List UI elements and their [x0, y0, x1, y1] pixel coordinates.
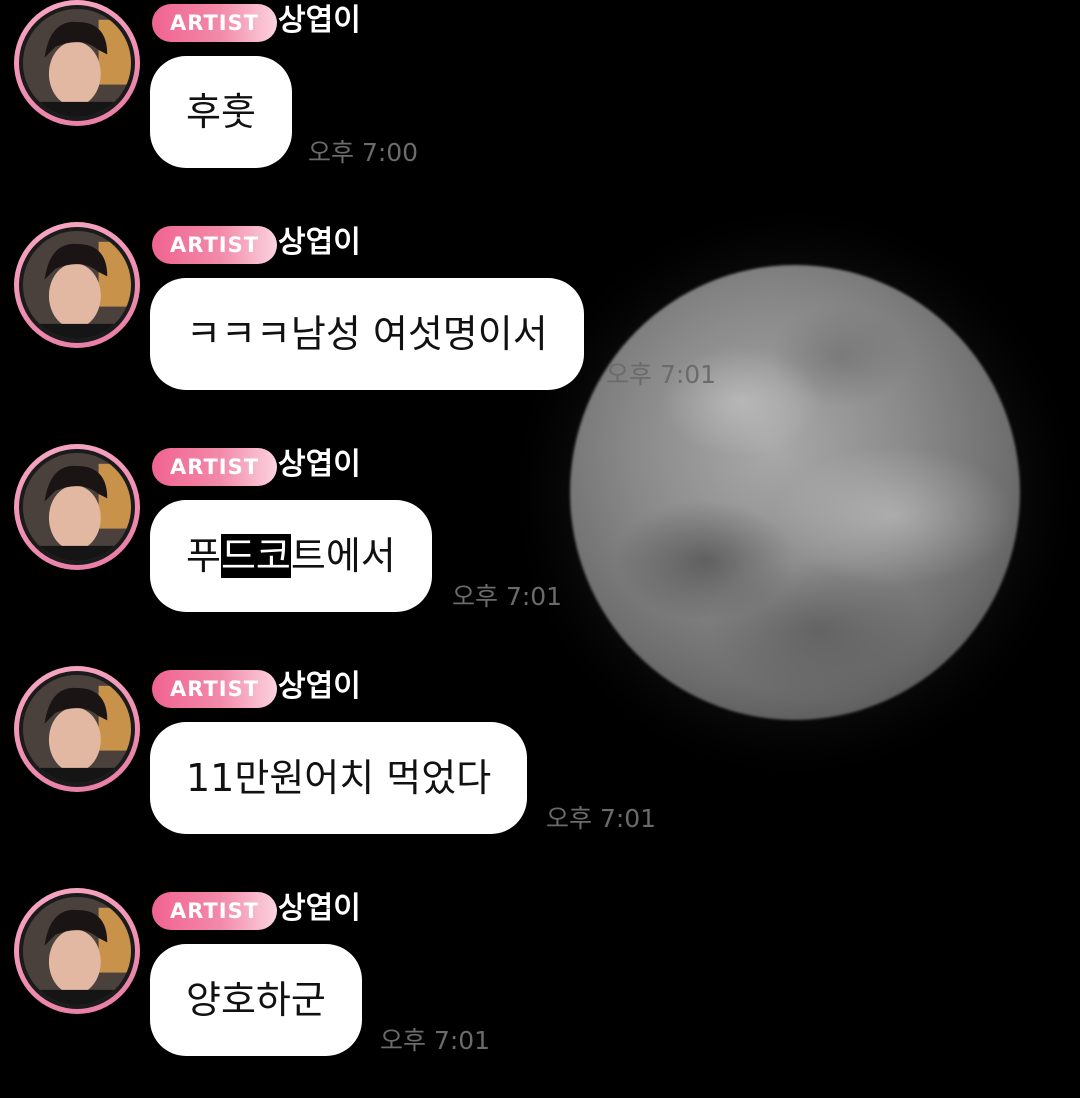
message-timestamp: 오후 7:01 — [546, 804, 657, 833]
message-bubble[interactable]: 후훗 — [150, 56, 292, 168]
avatar[interactable] — [14, 444, 140, 570]
profile-photo-icon — [23, 897, 131, 1005]
message-bubble[interactable]: 푸드코트에서 — [150, 500, 432, 612]
message-timestamp: 오후 7:01 — [380, 1026, 491, 1055]
artist-badge: ARTIST — [152, 226, 278, 264]
chat-message: ARTIST 상엽이 양호하군 오후 7:01 — [0, 888, 1080, 1098]
profile-photo-icon — [23, 231, 131, 339]
chat-message: ARTIST 상엽이 ㅋㅋㅋ남성 여섯명이서 오후 7:01 — [0, 222, 1080, 432]
message-timestamp: 오후 7:01 — [606, 360, 717, 389]
message-text-part: 트에서 — [290, 534, 396, 578]
avatar[interactable] — [14, 666, 140, 792]
message-timestamp: 오후 7:00 — [308, 138, 419, 167]
message-bubble[interactable]: ㅋㅋㅋ남성 여섯명이서 — [150, 278, 584, 390]
chat-message: ARTIST 상엽이 후훗 오후 7:00 — [0, 0, 1080, 210]
sender-name[interactable]: 상엽이 — [278, 444, 361, 486]
artist-badge: ARTIST — [152, 448, 278, 486]
message-text-part: 푸 — [186, 534, 221, 578]
sender-name[interactable]: 상엽이 — [278, 888, 361, 930]
artist-badge: ARTIST — [152, 892, 278, 930]
profile-photo-icon — [23, 453, 131, 561]
sender-name[interactable]: 상엽이 — [278, 0, 361, 42]
artist-badge: ARTIST — [152, 670, 278, 708]
artist-badge: ARTIST — [152, 4, 278, 42]
sender-name[interactable]: 상엽이 — [278, 222, 361, 264]
profile-photo-icon — [23, 675, 131, 783]
chat-message: ARTIST 상엽이 푸드코트에서 오후 7:01 — [0, 444, 1080, 654]
message-bubble[interactable]: 11만원어치 먹었다 — [150, 722, 528, 834]
message-timestamp: 오후 7:01 — [452, 582, 563, 611]
message-bubble[interactable]: 양호하군 — [150, 944, 362, 1056]
avatar[interactable] — [14, 222, 140, 348]
chat-message: ARTIST 상엽이 11만원어치 먹었다 오후 7:01 — [0, 666, 1080, 876]
highlighted-text: 드코 — [220, 534, 291, 578]
profile-photo-icon — [23, 9, 131, 117]
sender-name[interactable]: 상엽이 — [278, 666, 361, 708]
avatar[interactable] — [14, 888, 140, 1014]
avatar[interactable] — [14, 0, 140, 126]
